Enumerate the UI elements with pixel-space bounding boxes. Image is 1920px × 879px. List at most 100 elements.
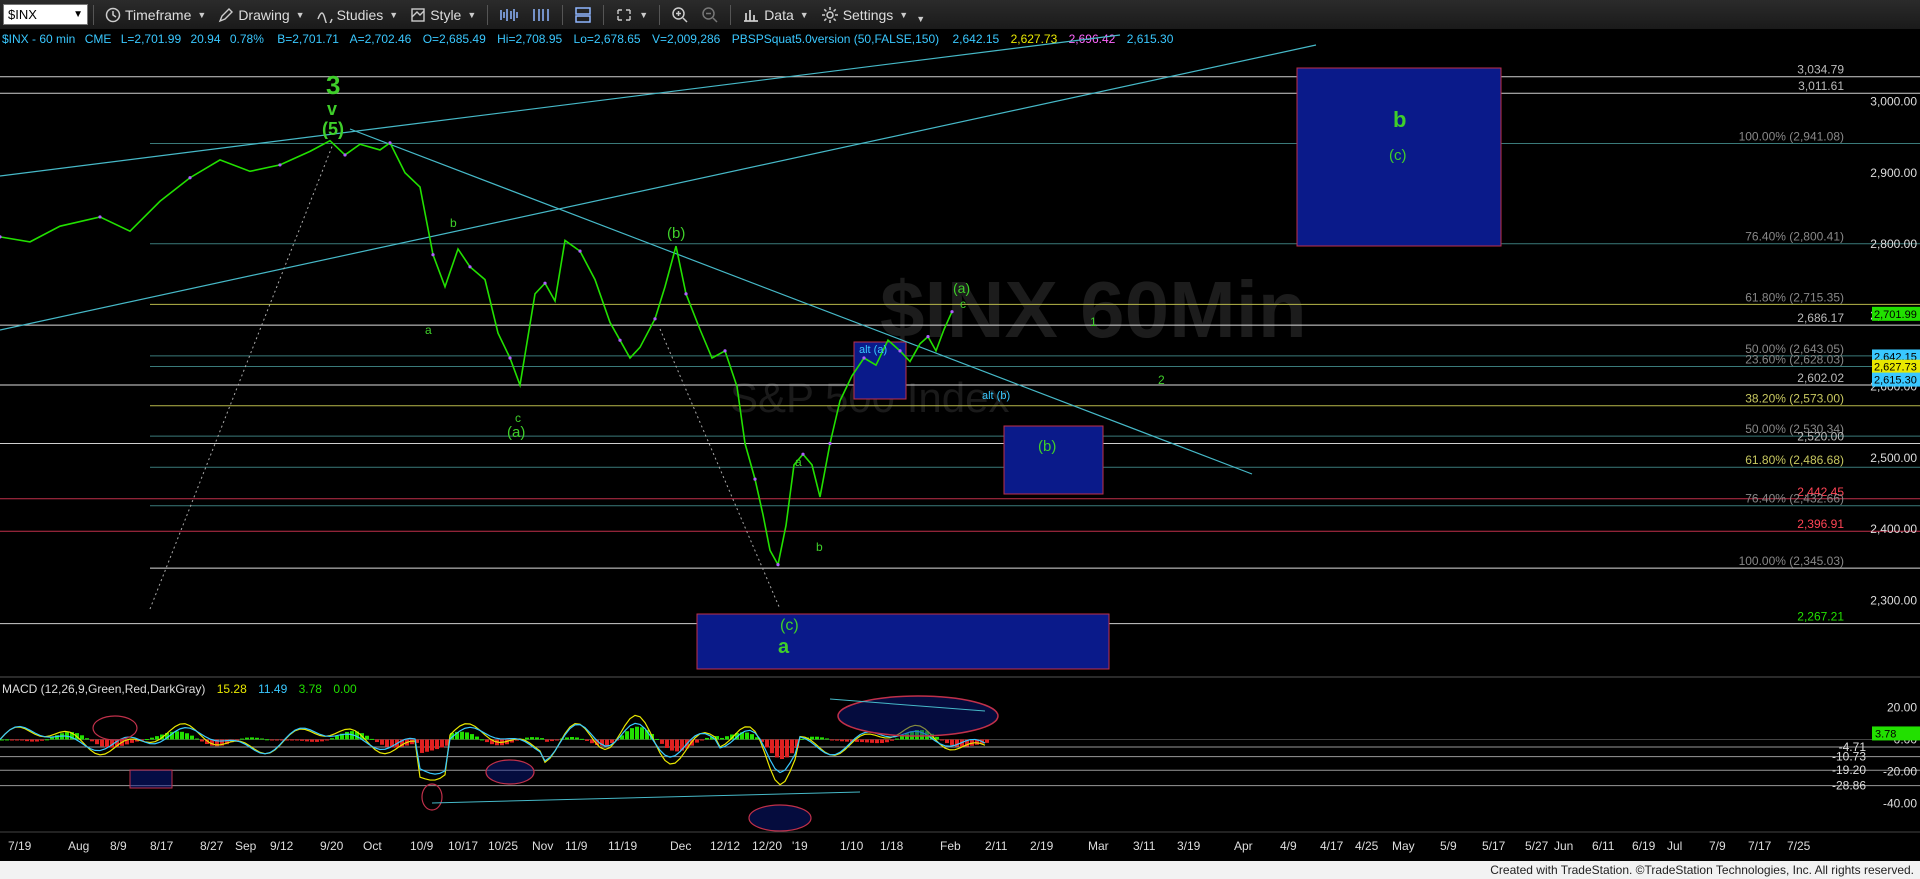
macd-histogram-bar: [475, 736, 479, 740]
style-button[interactable]: Style ▼: [404, 3, 482, 27]
macd-histogram-bar: [430, 739, 434, 751]
zoom-out-button[interactable]: [695, 3, 725, 27]
macd-histogram-bar: [315, 739, 319, 742]
macd-histogram-bar: [295, 739, 299, 741]
time-tick-label: Dec: [670, 839, 691, 853]
price-point: [98, 215, 102, 219]
macd-level-label: -19.20: [1832, 763, 1866, 777]
macd-histogram-bar: [25, 739, 29, 742]
macd-histogram-bar: [345, 731, 349, 740]
macd-value-4: 0.00: [333, 682, 357, 696]
target-box-b-paren: [1003, 425, 1104, 495]
macd-tick-label: -40.00: [1883, 797, 1917, 811]
timeframe-label: Timeframe: [125, 6, 192, 23]
macd-histogram-bar: [45, 739, 49, 741]
macd-level-label: -28.86: [1832, 779, 1866, 793]
cursor-button[interactable]: ▼: [609, 3, 654, 27]
macd-tick-label: -20.00: [1883, 765, 1917, 779]
macd-histogram-bar: [880, 739, 884, 744]
macd-level-label: -10.73: [1832, 750, 1866, 764]
macd-histogram-bar: [245, 737, 249, 740]
macd-histogram-bar: [150, 737, 154, 740]
macd-histogram-bar: [380, 739, 384, 745]
studies-label: Studies: [336, 6, 384, 23]
macd-histogram-bar: [875, 739, 879, 744]
more-options-icon[interactable]: ▼: [916, 14, 925, 24]
macd-histogram-bar: [830, 739, 834, 741]
wave-label-a-paren: (a): [507, 424, 525, 441]
fib-level-label: 76.40% (2,800.41): [1745, 230, 1844, 244]
macd-histogram-bar: [30, 739, 34, 742]
settings-button[interactable]: Settings ▼: [815, 3, 915, 27]
price-point: [898, 349, 902, 353]
window-layout-button[interactable]: [568, 3, 598, 27]
time-tick-label: May: [1392, 839, 1415, 853]
macd-histogram-bar: [480, 739, 484, 741]
layout-icon: [575, 6, 592, 23]
macd-histogram-bar: [825, 738, 829, 740]
macd-histogram-bar: [820, 737, 824, 740]
price-point: [653, 317, 657, 321]
macd-histogram-bar: [15, 739, 19, 741]
macd-low-ellipse-2: [485, 759, 535, 785]
settings-label: Settings: [842, 6, 894, 23]
time-tick-label: 7/17: [1748, 839, 1772, 853]
macd-histogram-bar: [200, 739, 204, 742]
macd-histogram-bar: [425, 739, 429, 752]
macd-histogram-bar: [800, 738, 804, 740]
price-tick-label: 2,900.00: [1870, 166, 1917, 180]
header-change: 20.94: [190, 32, 220, 46]
chevron-down-icon[interactable]: ▼: [73, 9, 83, 20]
price-point: [753, 477, 757, 481]
chevron-down-icon: ▼: [799, 9, 809, 20]
chevron-down-icon: ▼: [389, 9, 399, 20]
symbol-input[interactable]: $INX ▼: [3, 4, 88, 25]
macd-histogram-bar: [565, 737, 569, 740]
studies-button[interactable]: Studies ▼: [311, 3, 405, 27]
time-tick-label: 12/20: [752, 839, 782, 853]
zoom-in-button[interactable]: [665, 3, 695, 27]
header-info: $INX - 60 min CME L=2,701.99 20.94 0.78%…: [2, 32, 1174, 46]
pencil-icon: [219, 7, 234, 22]
macd-histogram-bar: [640, 727, 644, 740]
macd-histogram-bar: [865, 739, 869, 743]
macd-histogram-bar: [575, 737, 579, 740]
toolbar-divider: [730, 4, 732, 25]
macd-value-3: 3.78: [299, 682, 323, 696]
price-tick-label: 2,300.00: [1870, 593, 1917, 607]
macd-histogram-bar: [85, 738, 89, 740]
wave-label-b-small: b: [450, 216, 457, 230]
timeframe-button[interactable]: Timeframe ▼: [99, 3, 212, 27]
drawing-button[interactable]: Drawing ▼: [212, 3, 310, 27]
price-point: [950, 310, 954, 314]
macd-histogram-bar: [260, 738, 264, 740]
macd-histogram-bar: [485, 739, 489, 743]
macd-histogram-bar: [10, 739, 14, 741]
fib-level-label: 61.80% (2,715.35): [1745, 290, 1844, 304]
macd-histogram-bar: [775, 739, 779, 758]
bar-compress-icon: [533, 8, 550, 21]
wave-label-v: v: [327, 99, 337, 119]
macd-histogram-bar: [840, 739, 844, 742]
time-tick-label: 5/17: [1482, 839, 1506, 853]
time-tick-label: 6/19: [1632, 839, 1656, 853]
header-pct: 0.78%: [230, 32, 264, 46]
macd-histogram-bar: [890, 739, 894, 741]
price-chart[interactable]: $INX - 60 min CME L=2,701.99 20.94 0.78%…: [0, 29, 1920, 861]
time-tick-label: Apr: [1234, 839, 1253, 853]
price-tick-label: 2,800.00: [1870, 237, 1917, 251]
time-tick-label: 4/25: [1355, 839, 1379, 853]
fib-level-label: 2,686.17: [1797, 311, 1844, 325]
macd-histogram-bar: [765, 739, 769, 748]
toolbar: $INX ▼ Timeframe ▼ Drawing ▼ Studies ▼ Styl…: [0, 0, 1920, 30]
macd-histogram-bar: [705, 737, 709, 740]
macd-histogram-bar: [950, 739, 954, 746]
time-tick-label: 4/17: [1320, 839, 1344, 853]
macd-histogram-bar: [370, 738, 374, 740]
time-tick-label: '19: [792, 839, 808, 853]
data-button[interactable]: Data ▼: [736, 3, 815, 27]
header-ask: A=2,702.46: [350, 32, 412, 46]
bar-spacing-button[interactable]: [493, 3, 525, 27]
bar-compress-button[interactable]: [525, 3, 557, 27]
header-last: L=2,701.99: [121, 32, 182, 46]
